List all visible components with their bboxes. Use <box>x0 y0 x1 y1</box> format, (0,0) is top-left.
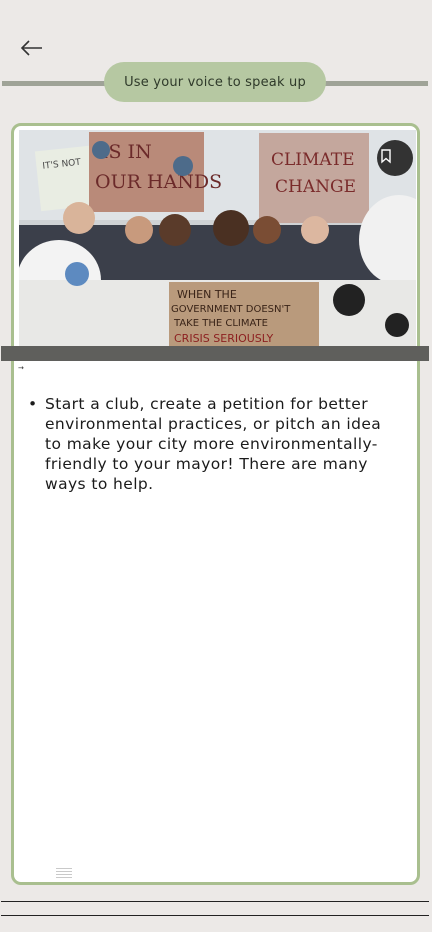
bookmark-button[interactable] <box>376 146 396 166</box>
protest-photo: IT'S NOT IS IN OUR HANDS CLIMATE CHANGE … <box>19 130 416 350</box>
drag-handle-icon[interactable] <box>56 868 72 882</box>
sign-text-take-the-climate: TAKE THE CLIMATE <box>173 318 268 329</box>
list-item: Start a club, create a petition for bett… <box>28 394 398 494</box>
bottom-divider-2 <box>1 915 429 916</box>
sign-text-government: GOVERNMENT DOESN'T <box>171 304 291 315</box>
arrow-left-icon <box>20 40 42 56</box>
sign-text-when-the: WHEN THE <box>177 288 237 301</box>
sign-text-climate: CLIMATE <box>271 150 355 170</box>
page-title-pill: Use your voice to speak up <box>104 62 326 102</box>
back-button[interactable] <box>18 36 48 60</box>
photo-caption-band <box>1 346 429 361</box>
sign-text-crisis: CRISIS SERIOUSLY <box>174 332 273 345</box>
sign-text-change: CHANGE <box>275 177 356 197</box>
tips-list: Start a club, create a petition for bett… <box>28 394 398 494</box>
small-arrow-mark: → <box>18 364 24 372</box>
bottom-divider <box>1 901 429 902</box>
sign-text-our-hands: OUR HANDS <box>95 171 222 193</box>
bookmark-icon <box>381 149 391 164</box>
